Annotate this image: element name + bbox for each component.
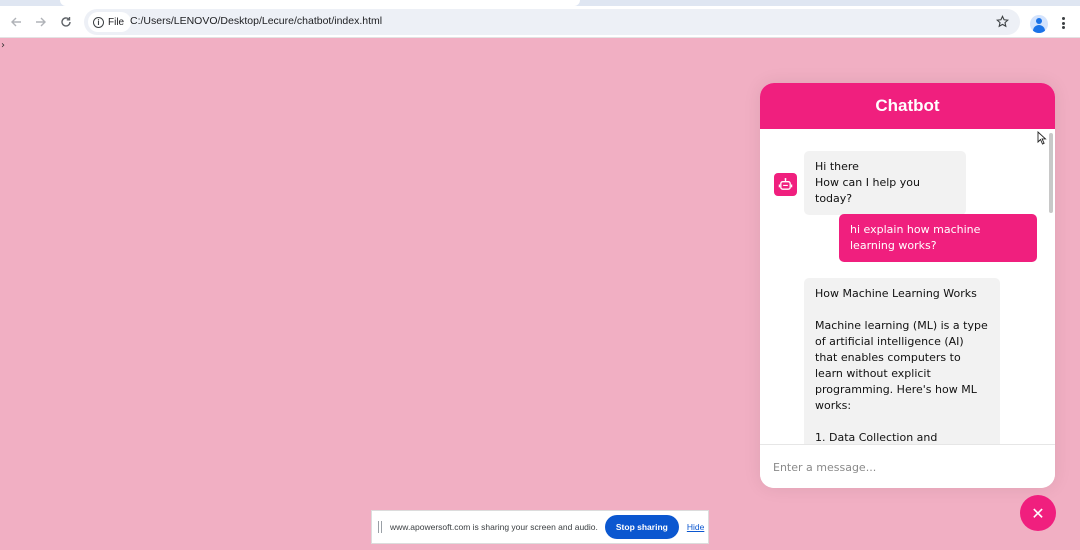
outgoing-message: hi explain how machine learning works? [839,214,1037,262]
chat-scrollbar[interactable] [1047,129,1055,444]
address-bar[interactable]: i File C:/Users/LENOVO/Desktop/Lecure/ch… [84,9,1020,35]
incoming-message: Hi there How can I help you today? [804,151,966,215]
message-input[interactable] [773,453,1043,481]
chatbot-window: Chatbot Hi there How can I help you toda… [760,83,1055,488]
chat-messages[interactable]: Hi there How can I help you today? hi ex… [760,129,1055,444]
scrollbar-thumb[interactable] [1049,133,1053,213]
close-chatbot-button[interactable]: ✕ [1020,495,1056,531]
reload-icon[interactable] [55,11,77,33]
chat-input-area [760,444,1055,488]
site-info-chip[interactable]: i File [88,12,132,32]
profile-icon[interactable] [1030,15,1048,33]
incoming-message: How Machine Learning Works Machine learn… [804,278,1000,444]
robot-icon [774,173,797,196]
stop-sharing-button[interactable]: Stop sharing [604,515,679,539]
browser-toolbar: i File C:/Users/LENOVO/Desktop/Lecure/ch… [0,6,1080,38]
chatbot-title: Chatbot [875,96,940,115]
close-icon: ✕ [1031,503,1045,523]
back-arrow-icon[interactable] [5,11,27,33]
more-vert-icon[interactable] [1058,15,1068,31]
forward-arrow-icon[interactable] [30,11,52,33]
share-message: www.apowersoft.com is sharing your scree… [390,522,598,532]
star-icon[interactable] [995,15,1010,32]
chatbot-header: Chatbot [760,83,1055,129]
page-caret: › [1,40,5,51]
hide-link[interactable]: Hide [687,522,704,532]
site-chip-label: File [108,16,125,28]
info-icon: i [93,16,104,28]
drag-handle-icon[interactable] [378,521,384,533]
screen-share-bar: www.apowersoft.com is sharing your scree… [371,510,709,544]
url-text[interactable]: C:/Users/LENOVO/Desktop/Lecure/chatbot/i… [130,15,382,27]
